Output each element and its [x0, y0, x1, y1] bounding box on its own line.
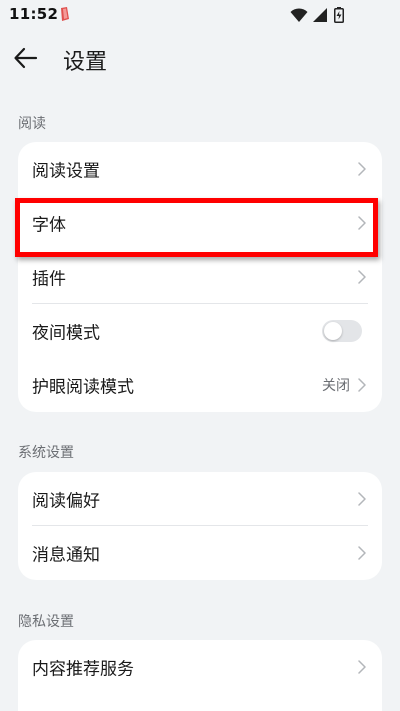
font-item[interactable]: 字体 [18, 196, 382, 250]
content-recommendation-item[interactable]: 内容推荐服务 [18, 640, 382, 694]
chevron-right-icon [358, 660, 366, 674]
toggle-knob [324, 322, 342, 340]
battery-icon [334, 7, 344, 23]
reading-settings-item[interactable]: 阅读设置 [18, 142, 382, 196]
notification-icon [61, 7, 69, 21]
back-button[interactable] [12, 44, 48, 72]
night-mode-toggle[interactable] [322, 320, 362, 342]
section-label-reading: 阅读 [18, 116, 46, 132]
reading-card: 阅读设置 字体 插件 夜间模式 护眼阅读模式 关闭 [18, 142, 382, 412]
chevron-right-icon [358, 162, 366, 176]
chevron-right-icon [358, 270, 366, 284]
page-title: 设置 [63, 50, 108, 75]
font-label: 字体 [32, 215, 66, 236]
content-recommendation-label: 内容推荐服务 [32, 659, 134, 680]
system-card: 阅读偏好 消息通知 [18, 472, 382, 580]
signal-icon [313, 8, 327, 22]
plugins-label: 插件 [32, 269, 66, 290]
section-label-privacy: 隐私设置 [18, 614, 74, 630]
reading-preferences-label: 阅读偏好 [32, 491, 100, 512]
night-mode-label: 夜间模式 [32, 323, 100, 344]
plugins-item[interactable]: 插件 [18, 250, 382, 304]
notifications-label: 消息通知 [32, 545, 100, 566]
status-bar: 11:52 [0, 0, 400, 30]
chevron-right-icon [358, 492, 366, 506]
arrow-left-icon [14, 47, 38, 69]
chevron-right-icon [358, 378, 366, 392]
section-label-system: 系统设置 [18, 445, 74, 461]
reading-preferences-item[interactable]: 阅读偏好 [18, 472, 382, 526]
eye-care-mode-label: 护眼阅读模式 [32, 377, 134, 398]
notifications-item[interactable]: 消息通知 [18, 526, 382, 580]
reading-settings-label: 阅读设置 [32, 161, 100, 182]
night-mode-item: 夜间模式 [18, 304, 382, 358]
privacy-card: 内容推荐服务 [18, 640, 382, 711]
header: 设置 [0, 30, 400, 86]
wifi-icon [290, 8, 308, 22]
eye-care-mode-item[interactable]: 护眼阅读模式 关闭 [18, 358, 382, 412]
chevron-right-icon [358, 216, 366, 230]
eye-care-mode-value: 关闭 [322, 378, 350, 394]
chevron-right-icon [358, 546, 366, 560]
status-time: 11:52 [9, 5, 59, 23]
